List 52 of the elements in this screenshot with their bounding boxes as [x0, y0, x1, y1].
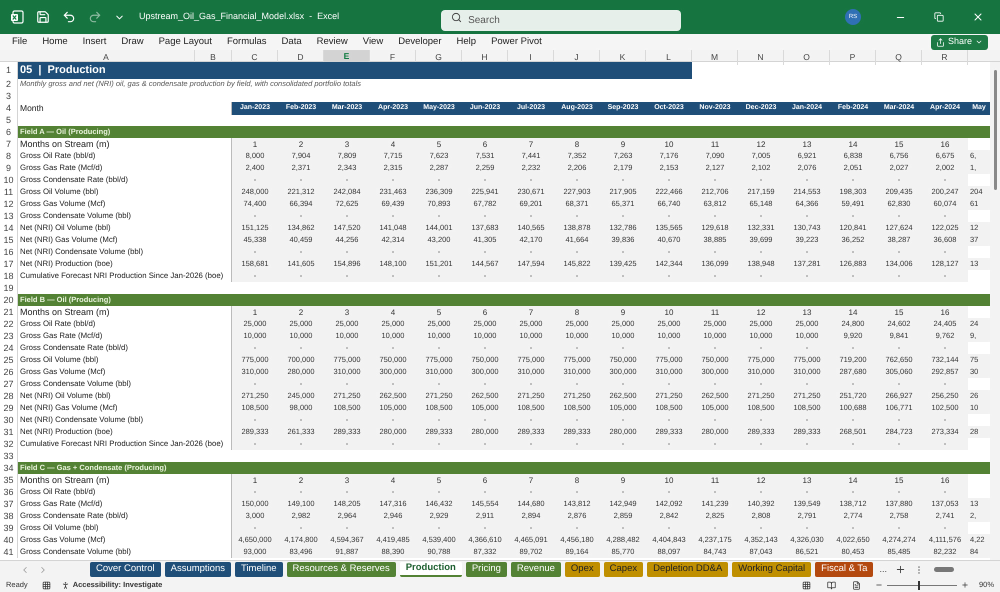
sheet-tab[interactable]: Production — [400, 562, 462, 577]
sheet-tab[interactable]: Depletion DD&A — [647, 562, 728, 577]
menu-tab[interactable]: Insert — [82, 34, 106, 50]
page-layout-icon[interactable] — [826, 580, 836, 590]
cell-mode-icon — [42, 580, 51, 590]
sheet-tab[interactable]: Cover Control — [90, 562, 161, 577]
restore-icon[interactable] — [934, 12, 944, 22]
menu-tab[interactable]: Developer — [398, 34, 442, 50]
spreadsheet-logo-icon — [10, 10, 24, 24]
close-icon[interactable] — [972, 11, 984, 23]
menu-tab[interactable]: Page Layout — [158, 34, 212, 50]
sheet-tab[interactable]: Capex — [604, 562, 644, 577]
menu-tab[interactable]: Home — [42, 34, 68, 50]
column-header[interactable]: R — [922, 50, 968, 65]
redo-icon — [88, 10, 102, 24]
search-field[interactable]: Search — [441, 10, 682, 30]
save-icon[interactable] — [36, 10, 50, 24]
normal-view-icon[interactable] — [802, 580, 811, 590]
sheet-tab[interactable]: Pricing — [466, 562, 507, 577]
page-break-icon[interactable] — [852, 580, 861, 590]
sheet-title: 05 | Production — [18, 62, 692, 78]
sheet-tab[interactable]: Assumptions — [164, 562, 231, 577]
sheet-tab[interactable]: Revenue — [510, 562, 561, 577]
column-header[interactable]: N — [738, 50, 784, 65]
share-icon — [936, 38, 945, 46]
sheet-tab[interactable]: Fiscal & Ta — [815, 562, 874, 577]
accessibility-icon[interactable] — [60, 580, 70, 590]
more-sheets[interactable]: ... — [879, 562, 887, 576]
search-icon — [451, 12, 462, 22]
zoom-in-icon[interactable] — [960, 581, 969, 589]
menu-tab[interactable]: Review — [316, 34, 348, 50]
share-button[interactable]: Share — [930, 34, 988, 50]
column-header[interactable]: Q — [876, 50, 922, 65]
zoom-thumb[interactable] — [918, 580, 920, 590]
column-header[interactable]: O — [784, 50, 830, 65]
sheet-tab[interactable]: Working Capital — [732, 562, 812, 577]
menu-tab[interactable]: Draw — [121, 34, 144, 50]
caret-icon — [975, 38, 983, 46]
sheet-tab[interactable]: Opex — [564, 562, 600, 577]
sheet-tab[interactable]: Timeline — [235, 562, 283, 577]
menu-tab[interactable]: File — [12, 34, 28, 50]
window-title: Upstream_Oil_Gas_Financial_Model.xlsx - Excel — [139, 10, 340, 24]
column-header[interactable]: P — [830, 50, 876, 65]
add-sheet-icon[interactable] — [894, 564, 906, 575]
sheet-tab[interactable]: Resources & Reserves — [286, 562, 396, 577]
menu-tab[interactable]: Data — [282, 34, 302, 50]
undo-icon[interactable] — [62, 10, 76, 24]
menu-tab[interactable]: View — [362, 34, 384, 50]
menu-tab[interactable]: Help — [456, 34, 476, 50]
vertical-scrollbar[interactable] — [990, 62, 1000, 560]
menu-tab[interactable]: Formulas — [226, 34, 267, 50]
menu-tab[interactable]: Power Pivot — [491, 34, 542, 50]
